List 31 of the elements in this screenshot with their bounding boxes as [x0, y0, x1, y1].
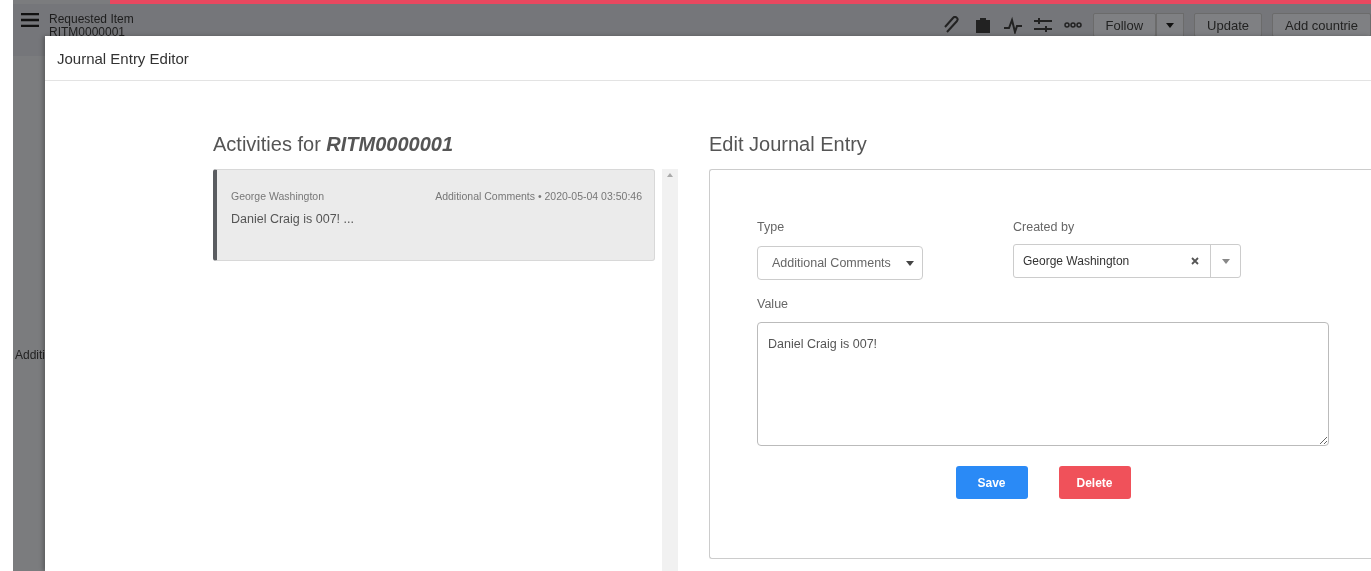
- record-number: RITM0000001: [49, 26, 127, 39]
- activity-meta: Additional Comments • 2020-05-04 03:50:46: [435, 190, 642, 202]
- delete-button[interactable]: Delete: [1058, 466, 1131, 499]
- save-button[interactable]: Save: [955, 466, 1028, 499]
- record-title: Requested Item: [49, 13, 134, 26]
- value-field[interactable]: Daniel Craig is 007!: [757, 322, 1329, 446]
- dropdown-button[interactable]: [1156, 13, 1185, 37]
- activity-icon[interactable]: [1002, 16, 1023, 34]
- caret-icon: [1221, 258, 1230, 264]
- menu-icon[interactable]: [21, 13, 39, 27]
- caret-icon: [1166, 22, 1175, 28]
- scroll-up-icon[interactable]: [667, 173, 673, 177]
- created-by-label: Created by: [1013, 220, 1076, 234]
- header-button[interactable]: Add countrie: [1272, 13, 1371, 37]
- editor-heading: Edit Journal Entry: [709, 133, 868, 157]
- type-select[interactable]: Additional Comments: [757, 246, 923, 280]
- value-label: Value: [757, 297, 789, 311]
- clear-icon[interactable]: [1191, 257, 1199, 265]
- activity-card[interactable]: George Washington Additional Comments • 2020-05-04 03:50:46 Daniel Craig is 007! ...: [213, 169, 655, 261]
- type-label: Type: [757, 220, 786, 234]
- caret-icon: [906, 260, 914, 266]
- modal-title: Journal Entry Editor: [45, 36, 1371, 81]
- header-button[interactable]: Follow: [1092, 13, 1157, 37]
- scrollbar[interactable]: [662, 169, 678, 571]
- activity-author: George Washington: [231, 190, 324, 202]
- field-label: Additi: [15, 348, 46, 362]
- header-button[interactable]: Update: [1194, 13, 1262, 37]
- created-by-field[interactable]: George Washington: [1013, 244, 1241, 278]
- activity-text: Daniel Craig is 007! ...: [231, 212, 355, 226]
- sliders-icon[interactable]: [1032, 16, 1053, 34]
- activities-heading: Activities for RITM0000001: [213, 133, 455, 157]
